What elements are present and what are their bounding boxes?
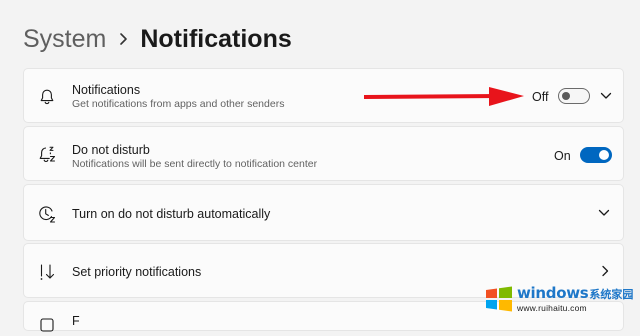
chevron-down-icon[interactable] bbox=[597, 206, 611, 220]
bell-snooze-icon bbox=[36, 144, 58, 166]
page-title: Notifications bbox=[140, 25, 292, 53]
dnd-automatic-setting[interactable]: Turn on do not disturb automatically bbox=[23, 184, 624, 241]
toggle-knob bbox=[562, 92, 570, 100]
do-not-disturb-title: Do not disturb bbox=[72, 143, 150, 157]
bell-icon bbox=[36, 86, 58, 108]
notifications-state-label: Off bbox=[532, 90, 549, 104]
partial-icon bbox=[36, 314, 58, 336]
notifications-title: Notifications bbox=[72, 83, 141, 97]
clock-snooze-icon bbox=[36, 203, 58, 225]
do-not-disturb-state-label: On bbox=[554, 149, 571, 163]
breadcrumb-system[interactable]: System bbox=[23, 22, 106, 56]
priority-sort-icon bbox=[36, 261, 58, 283]
notifications-setting[interactable]: Notifications Get notifications from app… bbox=[23, 68, 624, 123]
dnd-automatic-title: Turn on do not disturb automatically bbox=[72, 207, 271, 221]
annotation-arrow bbox=[364, 87, 524, 106]
chevron-down-icon[interactable] bbox=[599, 89, 613, 103]
notifications-toggle[interactable] bbox=[558, 88, 590, 104]
watermark-url: www.ruihaitu.com bbox=[517, 302, 587, 313]
toggle-knob bbox=[599, 150, 609, 160]
breadcrumb: System Notifications bbox=[23, 22, 292, 56]
breadcrumb-separator-icon bbox=[106, 32, 140, 46]
do-not-disturb-subtitle: Notifications will be sent directly to n… bbox=[72, 158, 318, 170]
chevron-right-icon[interactable] bbox=[598, 264, 612, 278]
priority-notifications-title: Set priority notifications bbox=[72, 265, 202, 279]
do-not-disturb-setting[interactable]: Do not disturb Notifications will be sen… bbox=[23, 126, 624, 181]
watermark-brand-cn: 系统家园 bbox=[589, 288, 634, 301]
notifications-subtitle: Get notifications from apps and other se… bbox=[72, 98, 285, 110]
windows-logo-icon bbox=[486, 286, 512, 312]
partial-setting-title: F bbox=[72, 314, 80, 328]
watermark-brand: windows bbox=[517, 283, 589, 302]
watermark: windows系统家园 www.ruihaitu.com bbox=[484, 282, 634, 316]
do-not-disturb-toggle[interactable] bbox=[580, 147, 612, 163]
